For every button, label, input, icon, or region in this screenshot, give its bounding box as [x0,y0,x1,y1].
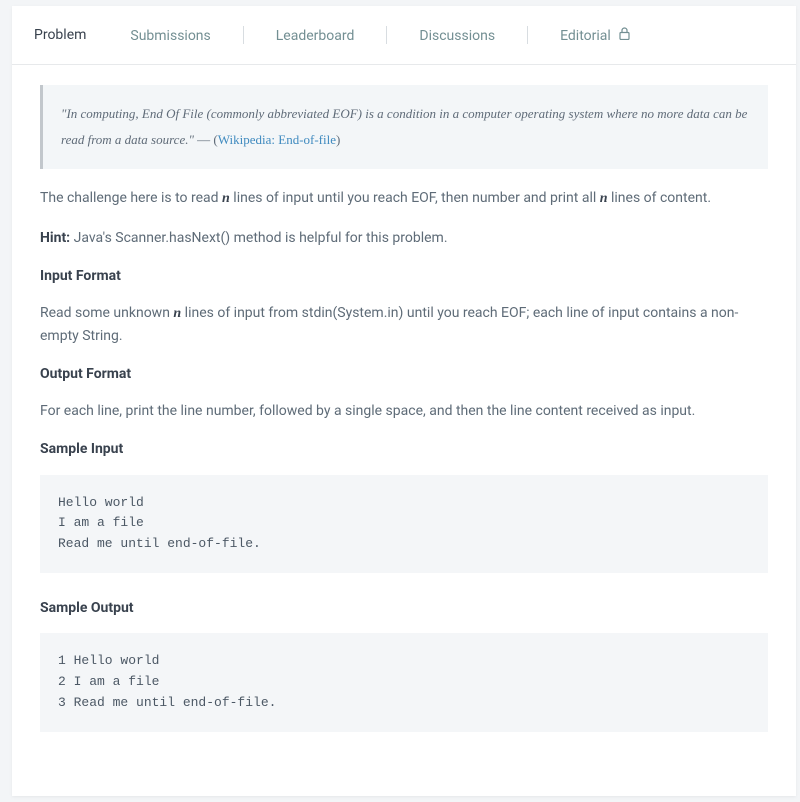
input-format-text: Read some unknown n lines of input from … [40,302,768,348]
quote-dash: — ( [194,132,218,147]
sample-output-heading: Sample Output [40,597,768,619]
problem-panel: Problem Submissions Leaderboard Discussi… [12,6,796,796]
tab-divider [527,26,528,44]
challenge-paragraph: The challenge here is to read n lines of… [40,187,768,210]
tab-discussions[interactable]: Discussions [397,7,517,63]
output-format-heading: Output Format [40,363,768,385]
sample-input-heading: Sample Input [40,438,768,460]
input-format-pre: Read some unknown [40,305,173,321]
sample-input-code: Hello world I am a file Read me until en… [40,475,768,573]
hint-text: Java's Scanner.hasNext() method is helpf… [70,230,447,246]
output-format-text: For each line, print the line number, fo… [40,400,768,422]
tab-submissions[interactable]: Submissions [108,7,232,63]
sample-output-code: 1 Hello world 2 I am a file 3 Read me un… [40,633,768,731]
hint-paragraph: Hint: Java's Scanner.hasNext() method is… [40,227,768,249]
quote-block: "In computing, End Of File (commonly abb… [40,85,768,169]
quote-text: "In computing, End Of File (commonly abb… [61,106,747,147]
tab-divider [243,26,244,44]
hint-label: Hint: [40,230,70,246]
challenge-mid: lines of input until you reach EOF, then… [230,190,600,206]
challenge-post: lines of content. [608,190,712,206]
challenge-pre: The challenge here is to read [40,190,222,206]
input-format-heading: Input Format [40,265,768,287]
lock-icon [619,25,630,47]
tab-bar: Problem Submissions Leaderboard Discussi… [12,6,796,65]
var-n: n [600,191,608,206]
var-n: n [222,191,230,206]
quote-link[interactable]: Wikipedia: End-of-file [218,132,336,147]
tab-divider [386,26,387,44]
tab-editorial[interactable]: Editorial [538,7,652,63]
tab-problem[interactable]: Problem [12,6,108,64]
quote-close: ) [336,132,340,147]
tab-editorial-label: Editorial [560,28,611,44]
problem-content: "In computing, End Of File (commonly abb… [12,65,796,795]
tab-leaderboard[interactable]: Leaderboard [254,7,377,63]
